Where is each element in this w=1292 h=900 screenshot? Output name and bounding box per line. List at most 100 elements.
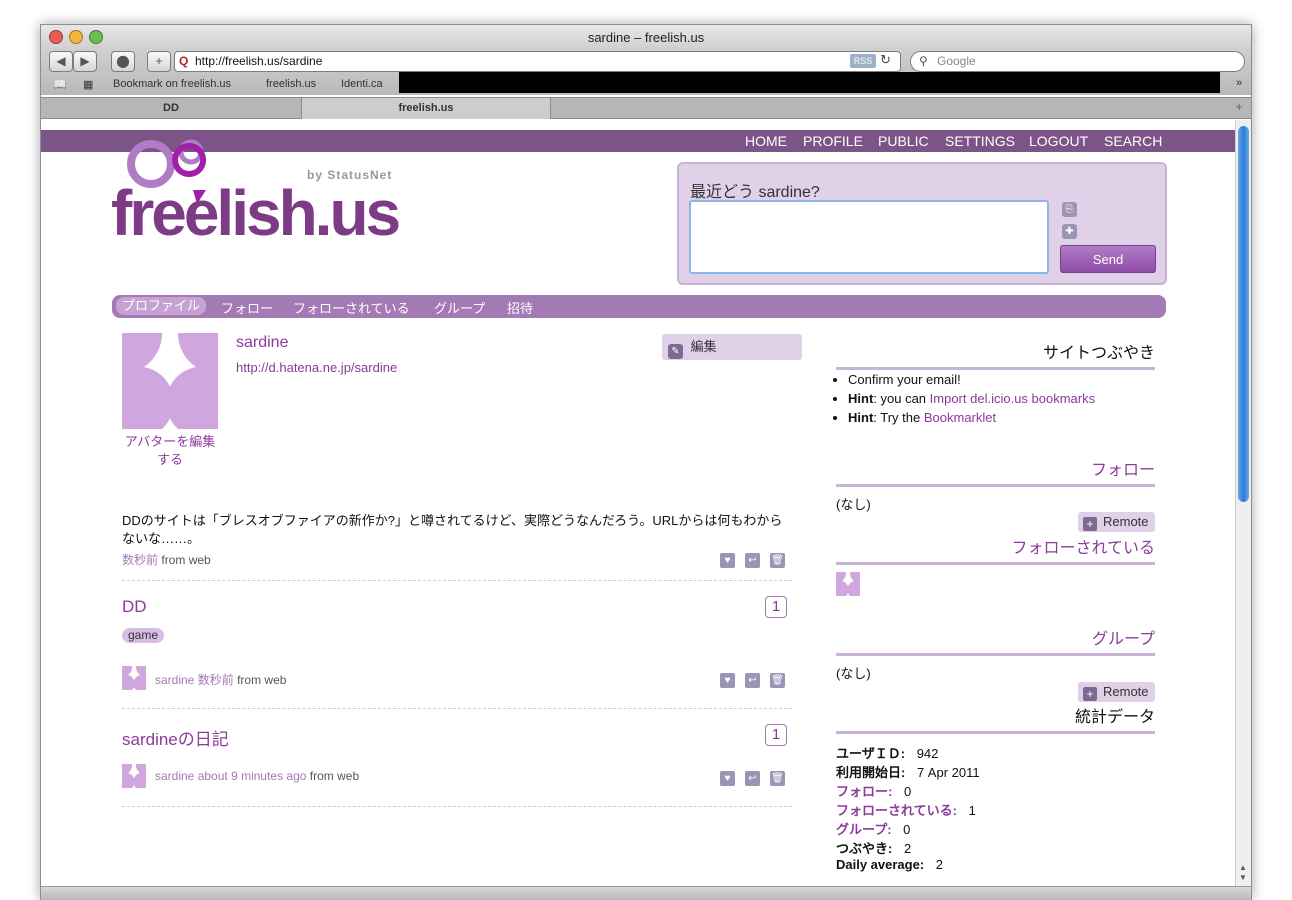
tab-groups[interactable]: グループ <box>434 298 485 317</box>
stat-label[interactable]: フォロー: <box>836 784 892 799</box>
book-icon[interactable]: 📖 <box>53 78 67 91</box>
nav-settings[interactable]: SETTINGS <box>945 133 1015 149</box>
reply-icon[interactable]: ↩ <box>745 673 760 688</box>
bookmarklet-link[interactable]: Bookmarklet <box>924 410 996 425</box>
nav-logout[interactable]: LOGOUT <box>1029 133 1088 149</box>
stat-row: ユーザＩＤ: 942 <box>836 743 938 762</box>
stat-row: フォロー: 0 <box>836 781 911 800</box>
send-button[interactable]: Send <box>1060 245 1156 273</box>
nav-search[interactable]: SEARCH <box>1104 133 1162 149</box>
following-title[interactable]: フォロー <box>1091 462 1155 479</box>
followers-heading: フォローされている <box>836 534 1155 565</box>
tab-invite[interactable]: 招待 <box>507 298 533 317</box>
following-empty: (なし) <box>836 497 871 512</box>
tab-following[interactable]: フォロー <box>221 298 273 317</box>
forward-button[interactable]: ▶ <box>73 51 97 72</box>
stat-value: 942 <box>913 746 939 761</box>
follower-avatar[interactable] <box>836 572 860 596</box>
import-bookmarks-link[interactable]: Import del.icio.us bookmarks <box>930 391 1095 406</box>
scrollbar[interactable]: ▲ ▼ <box>1235 120 1251 887</box>
item-count-badge[interactable]: 1 <box>765 596 787 618</box>
nav-profile[interactable]: PROFILE <box>803 133 863 149</box>
tab-dd[interactable]: DD <box>41 98 301 119</box>
remote-label: Remote <box>1103 684 1149 699</box>
item-title[interactable]: DD <box>122 597 147 617</box>
reply-icon[interactable]: ↩ <box>745 771 760 786</box>
stat-label[interactable]: グループ: <box>836 822 892 837</box>
item-title[interactable]: sardineの日記 <box>122 725 229 750</box>
item-time[interactable]: 数秒前 <box>198 673 234 687</box>
tab-followers[interactable]: フォローされている <box>293 298 410 317</box>
profile-homepage-link[interactable]: http://d.hatena.ne.jp/sardine <box>236 360 397 375</box>
stat-label: つぶやき: <box>836 841 893 856</box>
add-bookmark-button[interactable]: + <box>147 51 171 72</box>
divider <box>122 708 792 709</box>
bookmark-item[interactable]: freelish.us <box>266 78 316 90</box>
item-actions: ♥ ↩ 🗑 <box>710 768 785 786</box>
delete-icon[interactable]: 🗑 <box>770 771 785 786</box>
tag-badge[interactable]: game <box>122 628 165 643</box>
block-button[interactable]: ⬤ <box>111 51 135 72</box>
search-input[interactable]: ⚲ Google <box>910 51 1245 72</box>
delete-icon[interactable]: 🗑 <box>770 673 785 688</box>
divider <box>122 806 792 807</box>
item-count-badge[interactable]: 1 <box>765 724 787 746</box>
stat-label: Daily average: <box>836 857 925 872</box>
list-item: Hint: Try the Bookmarklet <box>848 408 1095 427</box>
stat-row: フォローされている: 1 <box>836 800 976 819</box>
remote-group-button[interactable]: + Remote <box>1078 682 1155 702</box>
stat-label[interactable]: フォローされている: <box>836 803 957 818</box>
stats-heading: 統計データ <box>836 703 1155 734</box>
reload-icon[interactable]: ↻ <box>880 52 891 68</box>
tab-freelish[interactable]: freelish.us <box>301 98 551 119</box>
bookmark-item[interactable]: Bookmark on freelish.us <box>113 78 231 90</box>
item-author[interactable]: sardine <box>155 769 194 783</box>
shield-icon: ⬤ <box>116 54 130 68</box>
item-time[interactable]: about 9 minutes ago <box>198 769 307 783</box>
grid-icon[interactable]: ▦ <box>83 78 93 91</box>
window-title: sardine – freelish.us <box>587 30 705 45</box>
remote-follow-button[interactable]: + Remote <box>1078 512 1155 532</box>
stat-value: 2 <box>932 857 944 872</box>
groups-title[interactable]: グループ <box>1092 631 1155 648</box>
site-logo[interactable]: freelish.us by StatusNet <box>111 134 411 249</box>
delete-icon[interactable]: 🗑 <box>770 553 785 568</box>
attach-icon[interactable]: ⎘ <box>1062 202 1077 217</box>
address-bar[interactable]: Q http://freelish.us/sardine <box>174 51 901 72</box>
edit-avatar-link[interactable]: アバターを編集する <box>122 433 218 469</box>
following-heading: フォロー <box>836 456 1155 487</box>
rss-button[interactable]: RSS <box>850 54 876 68</box>
favorite-icon[interactable]: ♥ <box>720 771 735 786</box>
favorite-icon[interactable]: ♥ <box>720 673 735 688</box>
bookmark-item[interactable]: Identi.ca <box>341 78 383 90</box>
browser-window: sardine – freelish.us ◀ ▶ ⬤ + Q http://f… <box>40 24 1252 900</box>
plus-icon: + <box>1083 687 1097 701</box>
hint-text: : you can <box>873 391 930 406</box>
status-bar <box>41 886 1251 900</box>
tab-profile[interactable]: プロファイル <box>116 297 207 315</box>
author-avatar <box>122 764 146 788</box>
notice-textarea[interactable] <box>689 200 1049 274</box>
stat-label: 利用開始日: <box>836 765 906 780</box>
scrollbar-thumb[interactable] <box>1238 126 1249 502</box>
item-source: from web <box>237 673 287 687</box>
new-tab-icon[interactable]: + <box>1235 99 1243 114</box>
item-author[interactable]: sardine <box>155 673 194 687</box>
divider <box>122 580 792 581</box>
profile-nickname[interactable]: sardine <box>236 334 288 352</box>
location-pin-icon[interactable]: ✚ <box>1062 224 1077 239</box>
scroll-arrows-icon[interactable]: ▲ ▼ <box>1239 863 1247 883</box>
search-icon: ⚲ <box>919 54 928 68</box>
reply-icon[interactable]: ↩ <box>745 553 760 568</box>
chevron-right-icon[interactable]: » <box>1236 77 1242 89</box>
nav-public[interactable]: PUBLIC <box>878 133 929 149</box>
hint-label: Hint <box>848 391 874 406</box>
back-button[interactable]: ◀ <box>49 51 73 72</box>
notice-time[interactable]: 数秒前 <box>122 553 158 567</box>
favorite-icon[interactable]: ♥ <box>720 553 735 568</box>
followers-title[interactable]: フォローされている <box>1011 540 1155 557</box>
edit-profile-button[interactable]: ✎ 編集 <box>662 334 802 360</box>
notice-actions: ♥ ↩ 🗑 <box>710 550 785 568</box>
nav-home[interactable]: HOME <box>745 133 787 149</box>
stat-value: 0 <box>900 784 912 799</box>
